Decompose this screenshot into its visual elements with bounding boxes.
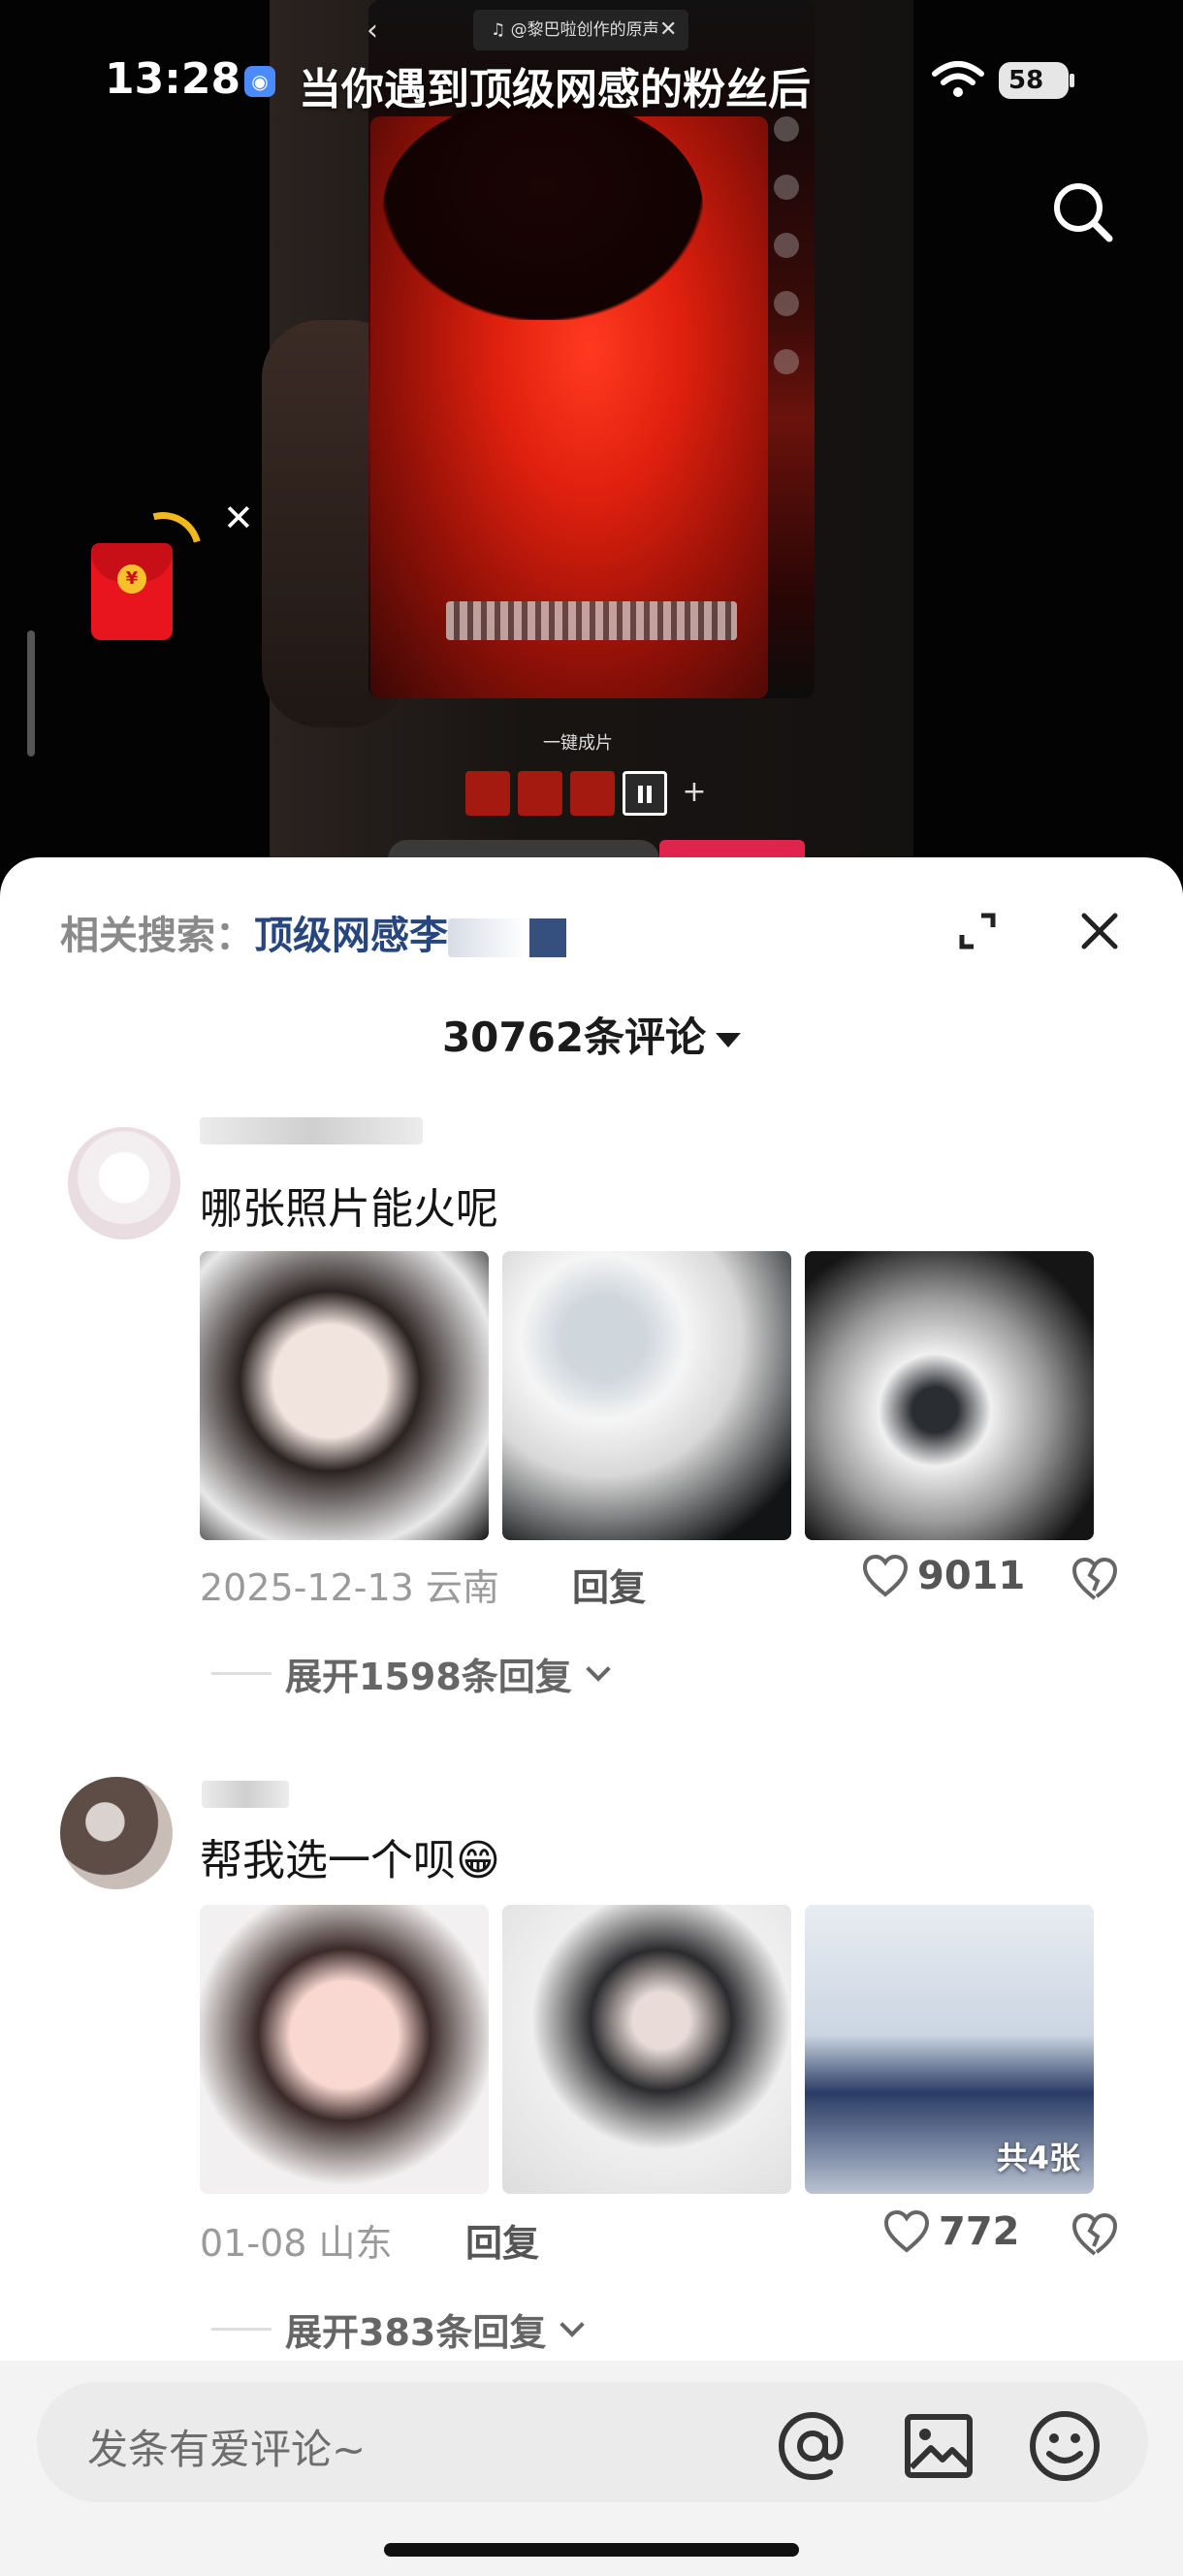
comment-date-location: 2025-12-13 云南 (200, 1566, 499, 1609)
scroll-indicator (27, 630, 35, 757)
wifi-icon (932, 61, 984, 97)
like-button[interactable]: 772 (882, 2209, 1020, 2254)
home-indicator (384, 2543, 799, 2557)
reply-button[interactable]: 回复 (465, 2213, 539, 2267)
video-side-icon (774, 116, 799, 142)
video-thumbnail-strip: + (465, 771, 714, 818)
image-icon[interactable] (902, 2409, 975, 2483)
like-button[interactable]: 9011 (861, 1554, 1025, 1598)
comment-count[interactable]: 30762条评论 (0, 1005, 1183, 1064)
divider (211, 1672, 272, 1675)
video-back-icon: ‹ (367, 14, 378, 48)
video-side-toolbar (766, 116, 805, 524)
expand-replies-label: 展开383条回复 (285, 2311, 547, 2354)
red-envelope-close-icon[interactable]: ✕ (223, 497, 254, 539)
video-thumbnail (570, 771, 615, 816)
video-side-icon (774, 291, 799, 316)
video-one-key-label: 一键成片 (543, 733, 613, 754)
broken-heart-icon[interactable] (1071, 2211, 1119, 2258)
chevron-down-icon (716, 1033, 742, 1047)
like-count: 9011 (917, 1554, 1026, 1598)
video-portrait-hair (383, 97, 703, 320)
video-side-icon (774, 175, 799, 200)
video-pause-thumbnail (623, 771, 667, 816)
comment-photos (200, 1251, 1094, 1540)
like-count: 772 (939, 2209, 1020, 2254)
battery-icon: 58 (999, 62, 1074, 99)
video-music-label: ♫ @黎巴啦创作的原声 (473, 10, 688, 50)
comment-photo[interactable]: 共4张 (805, 1905, 1094, 2194)
video-add-icon: + (682, 775, 707, 809)
heart-icon (862, 1554, 909, 1597)
video-player[interactable]: ‹ ♫ @黎巴啦创作的原声 ✕ 一键成片 + (0, 0, 1183, 873)
divider (211, 2328, 272, 2331)
related-search-term[interactable]: 顶级网感李 (254, 914, 448, 958)
search-icon[interactable] (1049, 178, 1117, 246)
expand-replies-label: 展开1598条回复 (285, 1656, 572, 1698)
mention-icon[interactable] (776, 2409, 849, 2483)
comment-photo[interactable] (502, 1251, 791, 1540)
avatar[interactable] (60, 1777, 173, 1889)
comment-photo[interactable] (805, 1251, 1094, 1540)
status-time: 13:28 (105, 54, 241, 104)
expand-replies[interactable]: 展开383条回复 (211, 2302, 586, 2356)
related-search-label: 相关搜索： (60, 914, 254, 958)
comment-count-label: 30762条评论 (441, 1014, 707, 1061)
related-search[interactable]: 相关搜索：顶级网感李 (60, 904, 566, 960)
video-thumbnail (465, 771, 510, 816)
video-thumbnail (518, 771, 562, 816)
related-search-blur (448, 918, 526, 957)
comment-date-location: 01-08 山东 (200, 2222, 393, 2265)
comment-photo[interactable] (200, 1251, 489, 1540)
related-search-blur (529, 918, 566, 957)
comments-sheet: 相关搜索：顶级网感李 30762条评论 哪张照片能火呢 2025-12-13 云… (0, 857, 1183, 2576)
username-blurred[interactable] (200, 1117, 423, 1144)
comment-input-placeholder: 发条有爱评论~ (87, 2426, 367, 2473)
chevron-down-icon (560, 2311, 586, 2337)
avatar[interactable] (68, 1127, 180, 1240)
comment-text: 哪张照片能火呢 (200, 1184, 498, 1234)
username-blurred[interactable] (202, 1781, 289, 1808)
broken-heart-icon[interactable] (1071, 1556, 1119, 1602)
emoji-icon[interactable] (1026, 2407, 1103, 2485)
status-app-icon: ◉ (244, 66, 275, 97)
video-side-icon (774, 233, 799, 258)
comment-photo[interactable] (200, 1905, 489, 2194)
red-envelope-coin: ¥ (117, 564, 146, 594)
comment-text: 帮我选一个呗😁 (200, 1836, 500, 1885)
video-blurred-caption (446, 601, 737, 640)
red-envelope-icon[interactable]: ¥ (91, 543, 173, 640)
close-icon[interactable] (1076, 908, 1123, 954)
chevron-down-icon (586, 1656, 611, 1682)
video-side-icon (774, 349, 799, 374)
video-music-close-icon: ✕ (659, 17, 678, 42)
photo-count-badge: 共4张 (996, 2140, 1080, 2176)
heart-icon (883, 2209, 930, 2253)
expand-replies[interactable]: 展开1598条回复 (211, 1647, 611, 1700)
reply-button[interactable]: 回复 (572, 1558, 646, 1611)
fullscreen-icon[interactable] (954, 908, 1001, 954)
comment-photos: 共4张 (200, 1905, 1094, 2194)
comment-photo[interactable] (502, 1905, 791, 2194)
video-title: 当你遇到顶级网感的粉丝后 (299, 65, 811, 114)
